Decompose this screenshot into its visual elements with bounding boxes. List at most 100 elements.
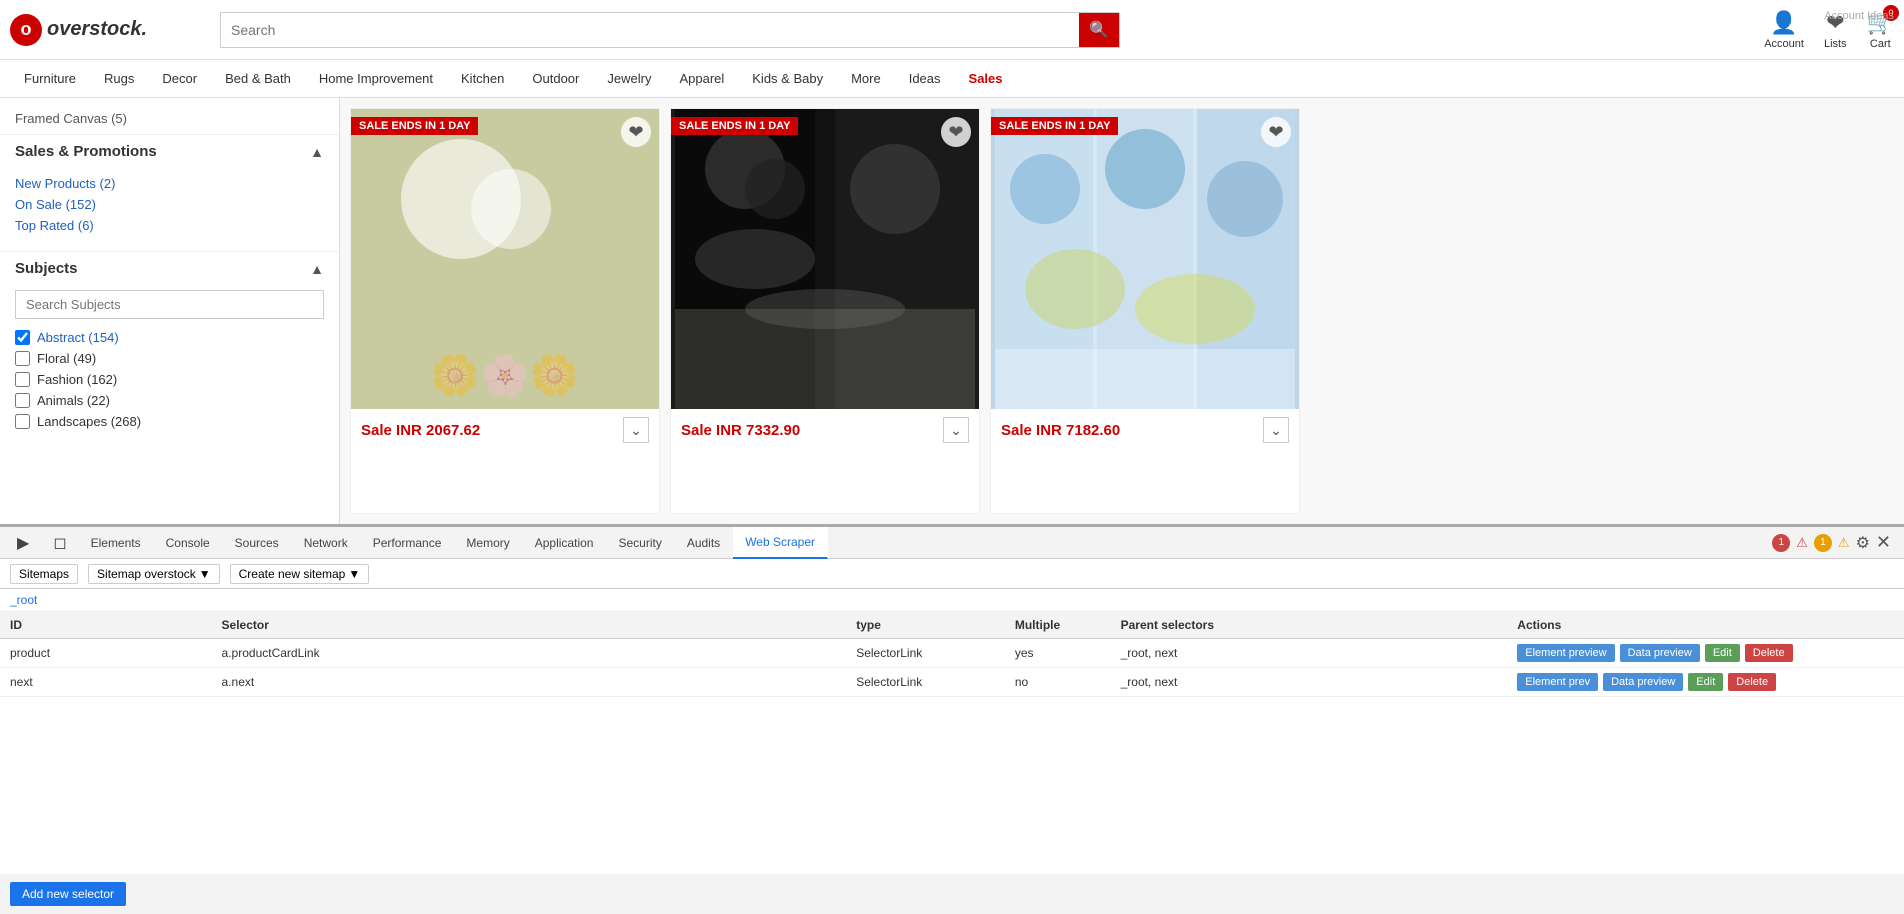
settings-icon[interactable]: ⚙ — [1856, 533, 1870, 553]
nav-furniture[interactable]: Furniture — [10, 60, 90, 98]
table-row: product a.productCardLink SelectorLink y… — [0, 639, 1904, 668]
error-icon: ⚠ — [1796, 535, 1808, 551]
col-header-selector: Selector — [212, 612, 847, 639]
row1-delete-btn[interactable]: Delete — [1745, 644, 1793, 662]
subject-floral[interactable]: Floral (49) — [15, 348, 324, 369]
breadcrumb[interactable]: _root — [0, 589, 1904, 612]
expand-button-1[interactable]: ⌄ — [623, 417, 649, 443]
account-icon-group[interactable]: 👤 Account — [1764, 10, 1804, 50]
row1-edit-btn[interactable]: Edit — [1705, 644, 1740, 662]
nav-apparel[interactable]: Apparel — [665, 60, 738, 98]
search-input[interactable] — [221, 13, 1079, 47]
promo-items: New Products (2) On Sale (152) Top Rated… — [0, 168, 339, 246]
expand-button-2[interactable]: ⌄ — [943, 417, 969, 443]
subject-animals[interactable]: Animals (22) — [15, 390, 324, 411]
product-image-2 — [671, 109, 979, 409]
wishlist-button-1[interactable]: ❤ — [621, 117, 651, 147]
search-button[interactable]: 🔍 — [1079, 13, 1119, 47]
devtools-tab-network[interactable]: Network — [292, 527, 361, 559]
sales-promotions-header[interactable]: Sales & Promotions ▲ — [0, 134, 339, 168]
devtools-toolbar: Sitemaps Sitemap overstock ▼ Create new … — [0, 559, 1904, 589]
subject-landscapes-label: Landscapes (268) — [37, 414, 141, 429]
warn-icon: ⚠ — [1838, 535, 1850, 551]
expand-button-3[interactable]: ⌄ — [1263, 417, 1289, 443]
subject-fashion[interactable]: Fashion (162) — [15, 369, 324, 390]
sales-promotions-label: Sales & Promotions — [15, 143, 157, 160]
devtools-responsive-btn[interactable]: ◻ — [41, 527, 78, 559]
row2-type: SelectorLink — [846, 668, 1005, 697]
wishlist-button-3[interactable]: ❤ — [1261, 117, 1291, 147]
subject-floral-checkbox[interactable] — [15, 351, 30, 366]
sale-badge-2: SALE ENDS IN 1 DAY — [671, 117, 798, 135]
row1-data-preview-btn[interactable]: Data preview — [1620, 644, 1700, 662]
subject-abstract[interactable]: Abstract (154) — [15, 327, 324, 348]
nav-kitchen[interactable]: Kitchen — [447, 60, 518, 98]
account-ideas-header: Account Ideas — [1824, 10, 1894, 22]
row1-element-preview-btn[interactable]: Element preview — [1517, 644, 1614, 662]
on-sale-link[interactable]: On Sale (152) — [15, 194, 324, 215]
nav-home-improvement[interactable]: Home Improvement — [305, 60, 447, 98]
table-row: next a.next SelectorLink no _root, next … — [0, 668, 1904, 697]
subject-landscapes[interactable]: Landscapes (268) — [15, 411, 324, 432]
row2-actions-cell: Element prev Data preview Edit Delete — [1517, 673, 1894, 691]
search-subjects-input[interactable] — [15, 290, 324, 319]
top-rated-link[interactable]: Top Rated (6) — [15, 215, 324, 236]
row1-id: product — [0, 639, 212, 668]
nav-bed-bath[interactable]: Bed & Bath — [211, 60, 305, 98]
create-new-sitemap-btn[interactable]: Create new sitemap ▼ — [230, 564, 370, 584]
devtools-tab-performance[interactable]: Performance — [361, 527, 455, 559]
devtools-tab-application[interactable]: Application — [523, 527, 607, 559]
framed-canvas-link[interactable]: Framed Canvas (5) — [15, 108, 324, 129]
logo-icon: o — [10, 14, 42, 46]
subject-fashion-label: Fashion (162) — [37, 372, 117, 387]
col-header-parent: Parent selectors — [1111, 612, 1508, 639]
row2-data-preview-btn[interactable]: Data preview — [1603, 673, 1683, 691]
nav-jewelry[interactable]: Jewelry — [593, 60, 665, 98]
product-footer-1: Sale INR 2067.62 ⌄ — [351, 409, 659, 451]
devtools-inspect-icon-btn[interactable]: ▶ — [5, 527, 41, 559]
sitemaps-btn[interactable]: Sitemaps — [10, 564, 78, 584]
nav-kids-baby[interactable]: Kids & Baby — [738, 60, 837, 98]
devtools-tab-audits[interactable]: Audits — [675, 527, 733, 559]
row2-parent: _root, next — [1111, 668, 1508, 697]
logo[interactable]: o overstock. — [10, 14, 210, 46]
devtools-tab-sources[interactable]: Sources — [223, 527, 292, 559]
row2-delete-btn[interactable]: Delete — [1728, 673, 1776, 691]
devtools-tab-security[interactable]: Security — [606, 527, 674, 559]
main-content: Framed Canvas (5) Sales & Promotions ▲ N… — [0, 98, 1904, 524]
subjects-header[interactable]: Subjects ▲ — [0, 251, 339, 285]
subject-fashion-checkbox[interactable] — [15, 372, 30, 387]
row2-element-preview-btn[interactable]: Element prev — [1517, 673, 1598, 691]
subject-landscapes-checkbox[interactable] — [15, 414, 30, 429]
wishlist-button-2[interactable]: ❤ — [941, 117, 971, 147]
nav-rugs[interactable]: Rugs — [90, 60, 148, 98]
devtools-tab-webscraper[interactable]: Web Scraper — [733, 527, 828, 559]
devtools-right-icons: 1 ⚠ 1 ⚠ ⚙ ✕ — [1764, 532, 1899, 553]
row2-edit-btn[interactable]: Edit — [1688, 673, 1723, 691]
close-devtools-icon[interactable]: ✕ — [1876, 532, 1891, 553]
art2-svg — [675, 109, 975, 409]
sidebar-framed-canvas: Framed Canvas (5) — [0, 108, 339, 129]
logo-text: overstock. — [47, 18, 147, 41]
nav-ideas[interactable]: Ideas — [895, 60, 955, 98]
devtools-tab-console[interactable]: Console — [154, 527, 223, 559]
create-sitemap-label: Create new sitemap — [239, 567, 346, 581]
nav-decor[interactable]: Decor — [148, 60, 211, 98]
header: o overstock. 🔍 👤 Account ❤ Lists 🛒 0 Car… — [0, 0, 1904, 60]
product-image-1: 🌼🌸🌼 — [351, 109, 659, 409]
error-badge: 1 — [1772, 534, 1790, 552]
sale-badge-3: SALE ENDS IN 1 DAY — [991, 117, 1118, 135]
art3-svg — [995, 109, 1295, 409]
add-new-selector-button[interactable]: Add new selector — [10, 882, 126, 906]
devtools-tab-elements[interactable]: Elements — [79, 527, 154, 559]
nav-outdoor[interactable]: Outdoor — [518, 60, 593, 98]
row1-actions-cell: Element preview Data preview Edit Delete — [1517, 644, 1894, 662]
new-products-link[interactable]: New Products (2) — [15, 173, 324, 194]
devtools-tab-memory[interactable]: Memory — [454, 527, 522, 559]
subject-animals-checkbox[interactable] — [15, 393, 30, 408]
product-card-1: 🌼🌸🌼 SALE ENDS IN 1 DAY ❤ Sale INR 2067.6… — [350, 108, 660, 514]
subject-abstract-checkbox[interactable] — [15, 330, 30, 345]
nav-more[interactable]: More — [837, 60, 895, 98]
nav-sales[interactable]: Sales — [955, 60, 1017, 98]
sitemap-overstock-btn[interactable]: Sitemap overstock ▼ — [88, 564, 220, 584]
